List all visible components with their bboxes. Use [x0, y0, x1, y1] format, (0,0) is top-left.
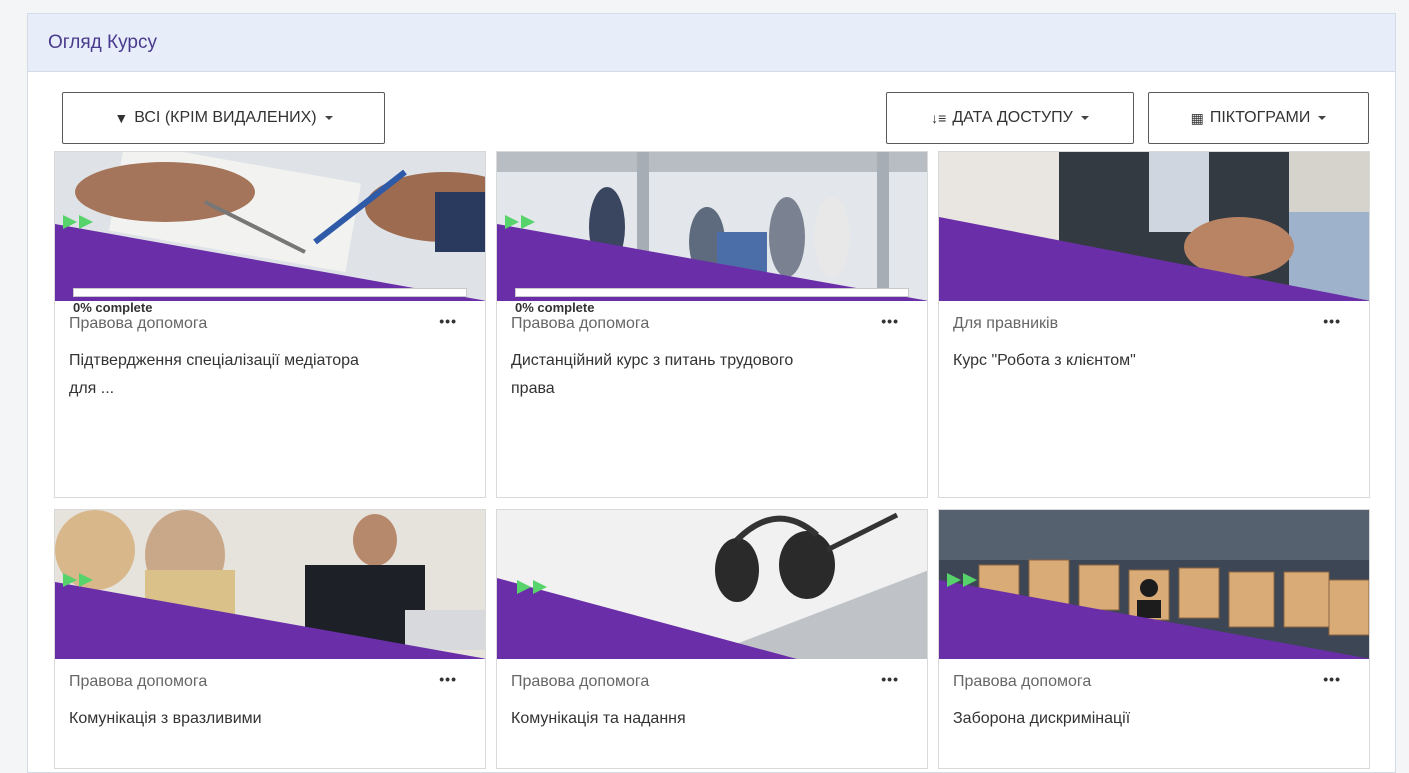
course-category: Правова допомога [511, 673, 650, 690]
course-name[interactable]: Комунікація та надання [511, 705, 811, 733]
sort-icon: ↓≡ [931, 110, 947, 126]
more-menu-icon[interactable]: ••• [439, 313, 457, 329]
course-image[interactable] [497, 510, 927, 659]
sort-label: ДАТА ДОСТУПУ [952, 109, 1073, 126]
course-body: Правова допомога ••• Заборона дискриміна… [939, 659, 1369, 733]
more-menu-icon[interactable]: ••• [881, 671, 899, 687]
more-menu-icon[interactable]: ••• [881, 313, 899, 329]
course-category: Правова допомога [69, 315, 208, 332]
chevron-down-icon [324, 116, 333, 120]
course-image[interactable] [55, 510, 485, 659]
course-overview-block: Огляд Курсу ▼ ВСІ (КРІМ ВИДАЛЕНИХ) ↓≡ ДА… [27, 13, 1396, 773]
course-name[interactable]: Підтвердження спеціалізації медіатора дл… [69, 347, 369, 403]
course-body: Правова допомога ••• Підтвердження спеці… [55, 301, 485, 403]
course-name[interactable]: Курс "Робота з клієнтом" [953, 347, 1253, 375]
filter-dropdown-button[interactable]: ▼ ВСІ (КРІМ ВИДАЛЕНИХ) [62, 92, 385, 144]
course-image[interactable] [497, 152, 927, 301]
course-card[interactable]: Правова допомога ••• Комунікація з вразл… [54, 509, 486, 769]
course-category: Для правників [953, 315, 1059, 332]
course-card[interactable]: Правова допомога ••• Дистанційний курс з… [496, 151, 928, 498]
course-category: Правова допомога [511, 315, 650, 332]
more-menu-icon[interactable]: ••• [1323, 671, 1341, 687]
chevron-down-icon [1318, 116, 1327, 120]
course-body: Правова допомога ••• Комунікація та нада… [497, 659, 927, 733]
view-dropdown-button[interactable]: ▦ ПІКТОГРАМИ [1148, 92, 1369, 144]
more-menu-icon[interactable]: ••• [1323, 313, 1341, 329]
course-card[interactable]: Для правників ••• Курс "Робота з клієнто… [938, 151, 1370, 498]
filter-label: ВСІ (КРІМ ВИДАЛЕНИХ) [134, 109, 317, 126]
filter-icon: ▼ [114, 110, 129, 126]
chevron-down-icon [1080, 116, 1089, 120]
block-title: Огляд Курсу [48, 31, 157, 53]
course-body: Правова допомога ••• Комунікація з вразл… [55, 659, 485, 733]
course-name[interactable]: Дистанційний курс з питань трудового пра… [511, 347, 811, 403]
more-menu-icon[interactable]: ••• [439, 671, 457, 687]
block-header: Огляд Курсу [28, 14, 1395, 72]
course-image[interactable] [55, 152, 485, 301]
course-category: Правова допомога [953, 673, 1092, 690]
sort-dropdown-button[interactable]: ↓≡ ДАТА ДОСТУПУ [886, 92, 1134, 144]
course-category: Правова допомога [69, 673, 208, 690]
view-label: ПІКТОГРАМИ [1209, 109, 1311, 126]
progress-bar [515, 288, 909, 297]
course-name[interactable]: Заборона дискримінації [953, 705, 1253, 733]
course-image[interactable] [939, 510, 1369, 659]
course-body: Для правників ••• Курс "Робота з клієнто… [939, 301, 1369, 375]
course-card[interactable]: Правова допомога ••• Підтвердження спеці… [54, 151, 486, 498]
course-body: Правова допомога ••• Дистанційний курс з… [497, 301, 927, 403]
course-image[interactable] [939, 152, 1369, 301]
progress-label: 0% complete [515, 300, 595, 315]
progress-label: 0% complete [73, 300, 153, 315]
progress-bar [73, 288, 467, 297]
course-card[interactable]: Правова допомога ••• Комунікація та нада… [496, 509, 928, 769]
course-card[interactable]: Правова допомога ••• Заборона дискриміна… [938, 509, 1370, 769]
grid-icon: ▦ [1190, 109, 1204, 126]
course-name[interactable]: Комунікація з вразливими [69, 705, 369, 733]
